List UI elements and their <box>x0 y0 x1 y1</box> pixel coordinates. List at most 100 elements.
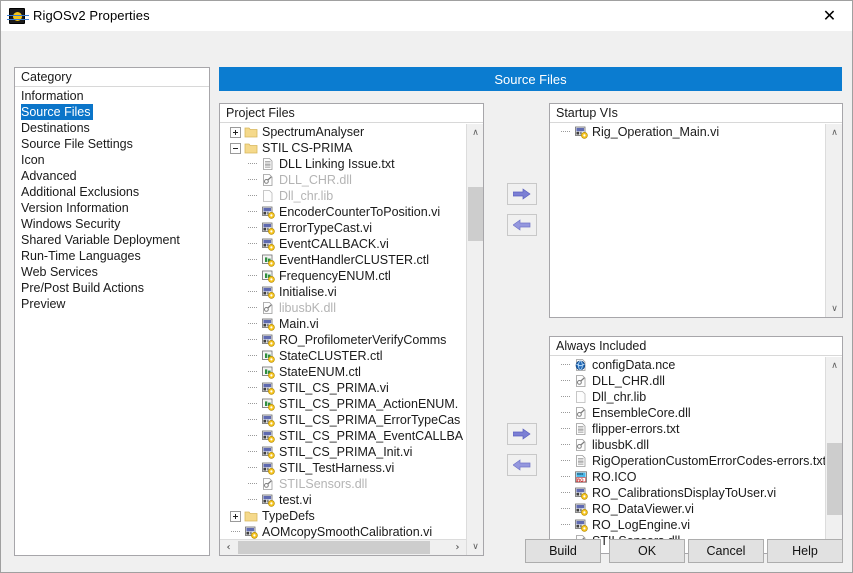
tree-row[interactable]: RO_ProfilometerVerifyComms <box>220 332 466 348</box>
add-to-always-included-button[interactable] <box>507 423 537 445</box>
category-item-advanced[interactable]: Advanced <box>15 168 209 184</box>
tree-connector <box>230 524 241 539</box>
tree-row[interactable]: STIL CS-PRIMA <box>220 140 466 156</box>
category-item-preview[interactable]: Preview <box>15 296 209 312</box>
category-list[interactable]: Information Source Files Destinations Sourc… <box>15 87 209 312</box>
tree-row[interactable]: RO RO.ICO <box>550 469 825 485</box>
help-button[interactable]: Help <box>767 539 843 563</box>
category-item-icon[interactable]: Icon <box>15 152 209 168</box>
category-item-label: Information <box>21 89 84 103</box>
tree-row-label: flipper-errors.txt <box>592 422 680 436</box>
tree-row[interactable]: TypeDefs <box>220 508 466 524</box>
always-included-vscrollbar[interactable]: ∧ ∨ <box>825 357 842 553</box>
tree-row[interactable]: Dll_chr.lib <box>220 188 466 204</box>
category-item-version-information[interactable]: Version Information <box>15 200 209 216</box>
tree-row[interactable]: RO_DataViewer.vi <box>550 501 825 517</box>
tree-row[interactable]: configData.nce <box>550 357 825 373</box>
always-included-header: Always Included <box>550 337 842 356</box>
svg-text:RO: RO <box>577 477 584 482</box>
tree-row[interactable]: EventHandlerCLUSTER.ctl <box>220 252 466 268</box>
tree-row[interactable]: DLL_CHR.dll <box>220 172 466 188</box>
tree-row[interactable]: Dll_chr.lib <box>550 389 825 405</box>
add-to-startup-button[interactable] <box>507 183 537 205</box>
tree-row[interactable]: EventCALLBACK.vi <box>220 236 466 252</box>
tree-row[interactable]: STIL_TestHarness.vi <box>220 460 466 476</box>
tree-row[interactable]: DLL_CHR.dll <box>550 373 825 389</box>
tree-connector <box>247 236 258 252</box>
remove-from-startup-button[interactable] <box>507 214 537 236</box>
tree-row[interactable]: EncoderCounterToPosition.vi <box>220 204 466 220</box>
tree-row[interactable]: STIL_CS_PRIMA_Init.vi <box>220 444 466 460</box>
scroll-up-icon[interactable]: ∧ <box>826 124 843 141</box>
tree-row[interactable]: ErrorTypeCast.vi <box>220 220 466 236</box>
tree-row[interactable]: EnsembleCore.dll <box>550 405 825 421</box>
collapse-icon[interactable] <box>230 142 241 154</box>
tree-row[interactable]: Initialise.vi <box>220 284 466 300</box>
expand-icon[interactable] <box>230 126 241 138</box>
category-item-destinations[interactable]: Destinations <box>15 120 209 136</box>
scrollbar-thumb[interactable] <box>827 442 842 516</box>
ok-button[interactable]: OK <box>609 539 685 563</box>
tree-row[interactable]: STIL_CS_PRIMA_EventCALLBA <box>220 428 466 444</box>
category-item-source-file-settings[interactable]: Source File Settings <box>15 136 209 152</box>
project-files-vscrollbar[interactable]: ∧ ∨ <box>466 124 483 555</box>
tree-row[interactable]: AOMcopySmoothCalibration.vi <box>220 524 466 539</box>
cancel-button[interactable]: Cancel <box>688 539 764 563</box>
vi-icon <box>261 461 275 475</box>
tree-row[interactable]: StateENUM.ctl <box>220 364 466 380</box>
tree-connector <box>247 492 258 508</box>
tree-connector <box>247 476 258 492</box>
tree-row[interactable]: flipper-errors.txt <box>550 421 825 437</box>
tree-row[interactable]: FrequencyENUM.ctl <box>220 268 466 284</box>
always-included-list[interactable]: configData.nce DLL_CHR.dll Dll_chr.lib Ense… <box>550 357 825 553</box>
category-item-run-time-languages[interactable]: Run-Time Languages <box>15 248 209 264</box>
category-item-label: Web Services <box>21 265 98 279</box>
tree-row[interactable]: Main.vi <box>220 316 466 332</box>
category-item-web-services[interactable]: Web Services <box>15 264 209 280</box>
scroll-down-icon[interactable]: ∨ <box>826 300 843 317</box>
tree-connector <box>247 348 258 364</box>
tree-row[interactable]: SpectrumAnalyser <box>220 124 466 140</box>
tree-row[interactable]: RO_CalibrationsDisplayToUser.vi <box>550 485 825 501</box>
category-item-additional-exclusions[interactable]: Additional Exclusions <box>15 184 209 200</box>
category-item-information[interactable]: Information <box>15 88 209 104</box>
tree-connector <box>560 373 571 389</box>
tree-row[interactable]: RO_LogEngine.vi <box>550 517 825 533</box>
category-item-pre-post-build-actions[interactable]: Pre/Post Build Actions <box>15 280 209 296</box>
startup-vis-vscrollbar[interactable]: ∧ ∨ <box>825 124 842 317</box>
scroll-up-icon[interactable]: ∧ <box>467 124 484 141</box>
tree-row[interactable]: STIL_CS_PRIMA.vi <box>220 380 466 396</box>
tree-row[interactable]: libusbK.dll <box>550 437 825 453</box>
tree-row[interactable]: test.vi <box>220 492 466 508</box>
category-item-windows-security[interactable]: Windows Security <box>15 216 209 232</box>
project-files-tree[interactable]: SpectrumAnalyser STIL CS-PRIMA DLL Linking… <box>220 124 466 539</box>
tree-row[interactable]: STIL_CS_PRIMA_ErrorTypeCas <box>220 412 466 428</box>
tree-row[interactable]: DLL Linking Issue.txt <box>220 156 466 172</box>
category-item-source-files[interactable]: Source Files <box>15 104 209 120</box>
scroll-up-icon[interactable]: ∧ <box>826 357 843 374</box>
tree-row-label: STIL_CS_PRIMA_ActionENUM. <box>279 397 459 411</box>
expand-icon[interactable] <box>230 510 241 522</box>
tree-row[interactable]: libusbK.dll <box>220 300 466 316</box>
build-button[interactable]: Build <box>525 539 601 563</box>
remove-from-always-included-button[interactable] <box>507 454 537 476</box>
tree-row-label: DLL_CHR.dll <box>592 374 665 388</box>
tree-row[interactable]: StateCLUSTER.ctl <box>220 348 466 364</box>
close-icon[interactable]: ✕ <box>807 1 852 31</box>
category-item-shared-variable-deployment[interactable]: Shared Variable Deployment <box>15 232 209 248</box>
tree-connector <box>247 252 258 268</box>
tree-row[interactable]: Rig_Operation_Main.vi <box>550 124 825 140</box>
tree-row[interactable]: STIL_CS_PRIMA_ActionENUM. <box>220 396 466 412</box>
scrollbar-thumb[interactable] <box>468 186 483 241</box>
startup-vis-list[interactable]: Rig_Operation_Main.vi <box>550 124 825 317</box>
tree-row[interactable]: RigOperationCustomErrorCodes-errors.txt <box>550 453 825 469</box>
tree-row[interactable]: STILSensors.dll <box>220 476 466 492</box>
